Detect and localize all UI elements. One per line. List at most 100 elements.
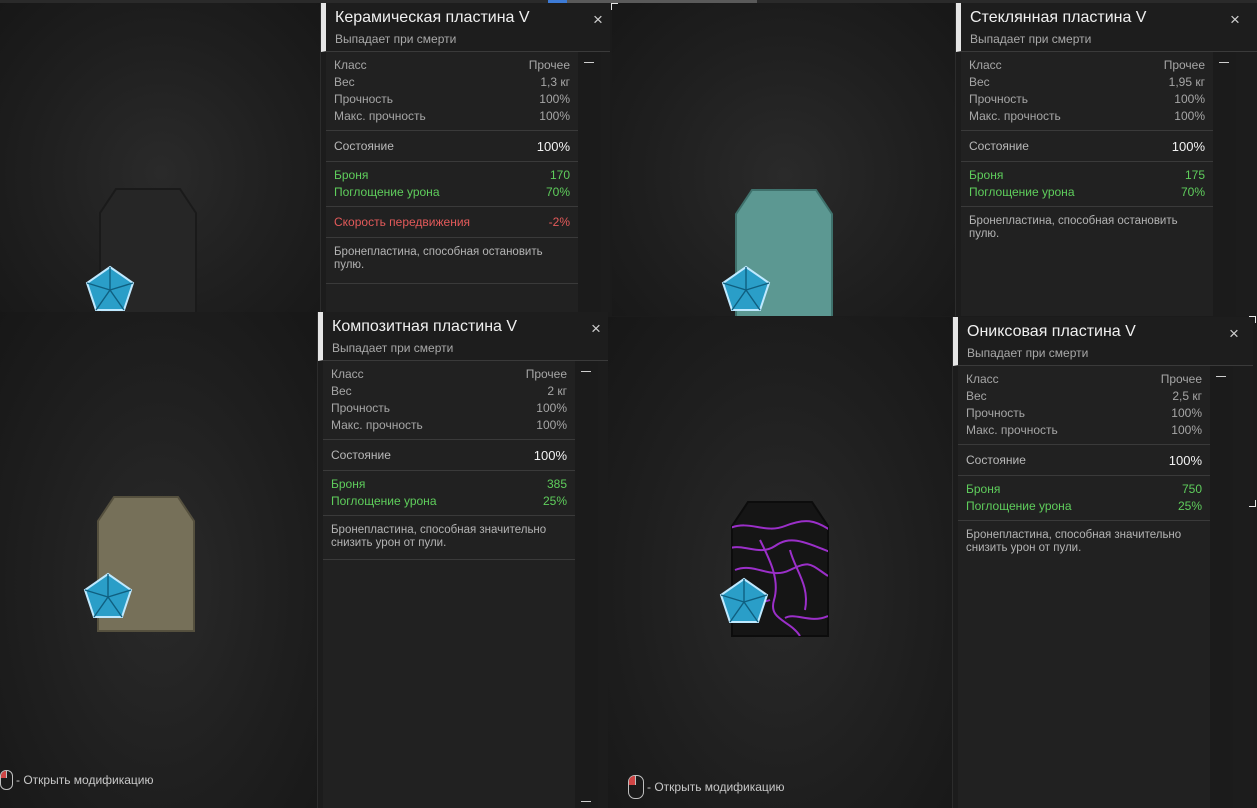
stat-value: Прочее [528,58,570,72]
stat-row-class: Класс Прочее [966,371,1202,388]
tooltip-scrollbar[interactable] [1210,366,1233,808]
tooltip-scrollbar[interactable] [1213,52,1236,316]
stat-label: Прочность [334,92,394,106]
item-tooltip: Ониксовая пластина V Выпадает при смерти… [952,317,1253,808]
scroll-thumb[interactable] [581,371,591,372]
stat-value: 70% [545,185,570,199]
stat-row-condition: Состояние 100% [969,138,1205,155]
item-preview [0,3,322,312]
state-section: Состояние 100% [961,131,1213,162]
stat-row-max-durability: Макс. прочность 100% [334,108,570,125]
stat-value: 100% [1168,453,1202,468]
item-subtitle: Выпадает при смерти [332,341,454,355]
stat-row-armor: Броня 170 [334,167,570,184]
item-preview: - Открыть модификацию [0,312,319,808]
stat-row-weight: Вес 2,5 кг [966,388,1202,405]
scroll-end-marker [581,801,591,802]
stat-value: Прочее [1163,58,1205,72]
card-composite: - Открыть модификацию Композитная пласти… [0,312,608,808]
close-icon[interactable]: × [589,11,607,29]
stat-row-class: Класс Прочее [334,57,570,74]
stat-label: Броня [334,168,369,182]
tooltip-header: Стеклянная пластина V Выпадает при смерт… [956,3,1257,52]
stat-row-max-durability: Макс. прочность 100% [966,422,1202,439]
close-icon[interactable]: × [587,320,605,338]
stat-label: Состояние [966,453,1026,467]
rarity-badge-icon [721,265,771,311]
scroll-thumb[interactable] [1219,62,1229,63]
stat-label: Броня [331,477,366,491]
stats-section: Класс Прочее Вес 2,5 кг Прочность 100% Макс… [958,366,1210,445]
tooltip-scrollbar[interactable] [575,361,598,808]
open-mod-hint[interactable]: - Открыть модификацию [628,775,785,799]
item-description: Бронепластина, способная значительно сни… [966,529,1182,554]
tooltip-body: Класс Прочее Вес 1,95 кг Прочность 100% Мак… [961,52,1213,316]
stat-value: 1,3 кг [540,75,570,89]
tooltip-scrollbar[interactable] [578,52,601,312]
open-mod-hint[interactable]: - Открыть модификацию [0,770,154,790]
stat-row-absorption: Поглощение урона 70% [334,184,570,201]
tooltip-header: Керамическая пластина V Выпадает при сме… [321,3,610,52]
stat-value: 2,5 кг [1172,389,1202,403]
stat-value: 385 [546,477,567,491]
stat-label: Вес [334,75,355,89]
item-title: Ониксовая пластина V [967,323,1136,340]
tooltip-body: Класс Прочее Вес 1,3 кг Прочность 100% Макс… [326,52,578,312]
stat-label: Класс [331,367,364,381]
stat-value: 175 [1184,168,1205,182]
close-icon[interactable]: × [1225,325,1243,343]
stat-row-class: Класс Прочее [969,57,1205,74]
stat-label: Вес [331,384,352,398]
open-mod-hint-text: - Открыть модификацию [16,773,154,787]
stat-label: Состояние [331,448,391,462]
item-description: Бронепластина, способная остановить пулю… [969,215,1178,240]
stat-row-max-durability: Макс. прочность 100% [969,108,1205,125]
stat-row-durability: Прочность 100% [334,91,570,108]
state-section: Состояние 100% [958,445,1210,476]
mouse-left-click-icon [0,770,13,790]
stat-label: Прочность [966,406,1026,420]
stat-value: 25% [542,494,567,508]
frame-corner [611,3,618,10]
stat-row-durability: Прочность 100% [331,400,567,417]
stat-value: 170 [549,168,570,182]
stat-label: Прочность [969,92,1029,106]
close-icon[interactable]: × [1226,11,1244,29]
stat-label: Прочность [331,401,391,415]
stat-value: 100% [533,448,567,463]
item-tooltip: Керамическая пластина V Выпадает при сме… [320,3,610,312]
stat-row-durability: Прочность 100% [966,405,1202,422]
description-section: Бронепластина, способная остановить пулю… [326,238,578,284]
card-glass: Стеклянная пластина V Выпадает при смерт… [612,3,1257,316]
mouse-left-click-icon [628,775,644,799]
open-mod-hint-text: - Открыть модификацию [647,780,785,794]
stat-value: 100% [1174,109,1205,123]
stat-label: Броня [969,168,1004,182]
item-preview [612,3,957,316]
stat-value: Прочее [525,367,567,381]
stat-row-absorption: Поглощение урона 70% [969,184,1205,201]
item-subtitle: Выпадает при смерти [970,32,1092,46]
description-section: Бронепластина, способная значительно сни… [958,521,1210,563]
card-ceramic: Керамическая пластина V Выпадает при сме… [0,3,610,312]
stats-section: Класс Прочее Вес 2 кг Прочность 100% Макс. … [323,361,575,440]
stat-value: -2% [548,215,570,229]
stat-row-armor: Броня 750 [966,481,1202,498]
stat-label: Класс [334,58,367,72]
stat-label: Поглощение урона [966,499,1072,513]
stat-label: Состояние [969,139,1029,153]
stat-row-class: Класс Прочее [331,366,567,383]
tooltip-body: Класс Прочее Вес 2 кг Прочность 100% Макс. … [323,361,575,808]
description-section: Бронепластина, способная остановить пулю… [961,207,1213,249]
stat-label: Макс. прочность [334,109,426,123]
scroll-thumb[interactable] [584,62,594,63]
scroll-thumb[interactable] [1216,376,1226,377]
armor-section: Броня 750 Поглощение урона 25% [958,476,1210,521]
stat-row-absorption: Поглощение урона 25% [331,493,567,510]
stat-label: Макс. прочность [966,423,1058,437]
stat-value: 100% [1174,92,1205,106]
stat-value: 100% [1171,423,1202,437]
stat-row-weight: Вес 2 кг [331,383,567,400]
stat-row-weight: Вес 1,95 кг [969,74,1205,91]
stat-value: 100% [1171,406,1202,420]
